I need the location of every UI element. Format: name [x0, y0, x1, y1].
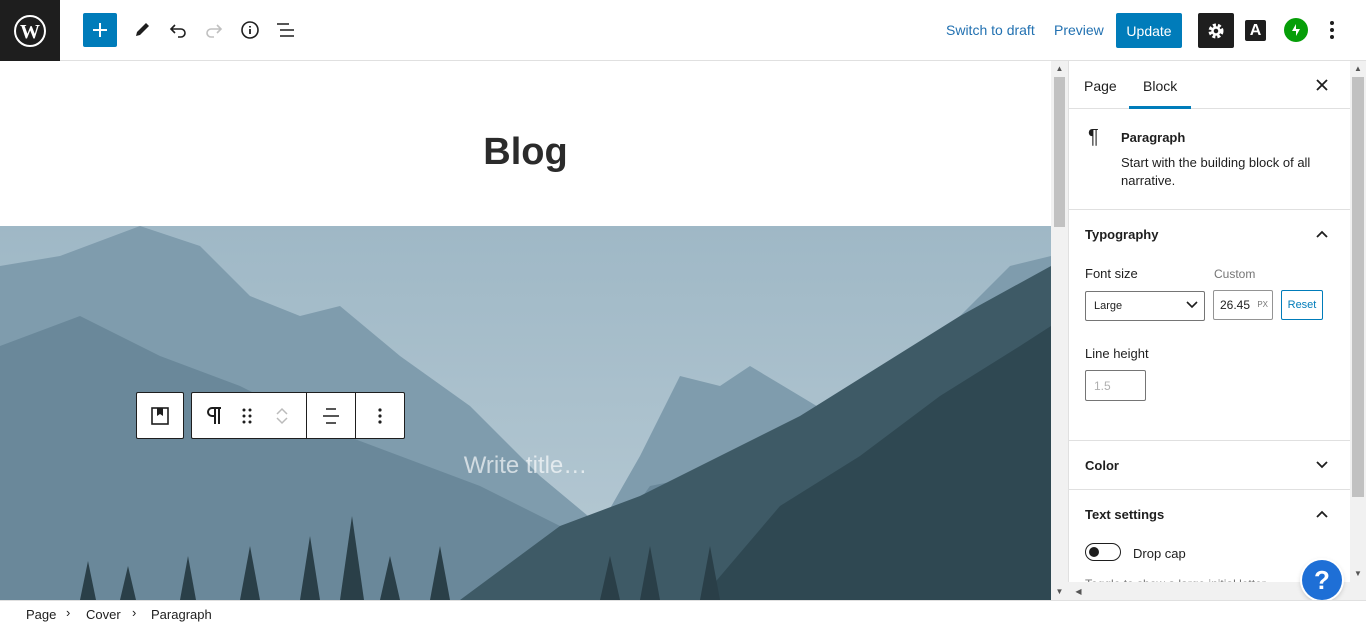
chevron-down-icon [1312, 455, 1332, 475]
select-parent-block-button[interactable] [136, 392, 184, 439]
jetpack-icon [1292, 24, 1300, 36]
tab-block[interactable]: Block [1143, 78, 1177, 94]
scroll-down-arrow-icon[interactable]: ▼ [1350, 566, 1366, 580]
color-panel: Color [1069, 441, 1350, 490]
typography-plugin-button[interactable]: A [1245, 20, 1266, 41]
redo-icon [206, 24, 223, 38]
custom-size-label: Custom [1214, 267, 1256, 281]
typography-panel-header[interactable]: Typography [1069, 210, 1350, 259]
undo-button[interactable] [161, 13, 195, 47]
custom-font-size-value: 26.45 [1220, 298, 1251, 312]
more-options-button[interactable] [1322, 15, 1342, 45]
paragraph-icon: ¶ [1088, 126, 1099, 148]
vertical-ellipsis-icon [1330, 21, 1334, 39]
typography-panel: Typography [1069, 210, 1350, 441]
unit-label: PX [1257, 300, 1268, 309]
sidebar-tabs: Page Block [1069, 61, 1350, 109]
gear-icon [1208, 23, 1224, 38]
close-sidebar-button[interactable] [1312, 75, 1332, 95]
text-settings-panel-header[interactable]: Text settings [1069, 490, 1350, 539]
text-settings-title: Text settings [1085, 507, 1165, 522]
svg-text:W: W [20, 21, 40, 43]
scroll-left-arrow-icon[interactable]: ◀ [1070, 584, 1087, 598]
tools-edit-button[interactable] [125, 13, 159, 47]
font-size-select[interactable]: Large [1085, 291, 1205, 321]
list-view-icon [277, 23, 294, 37]
wordpress-logo-button[interactable]: W [0, 0, 60, 61]
align-center-icon [323, 407, 339, 424]
block-toolbar [191, 392, 405, 439]
sidebar-scrollbar[interactable]: ▲ ▼ [1350, 61, 1366, 600]
sidebar-scrollbar-thumb[interactable] [1352, 77, 1364, 497]
drag-handle-icon [242, 408, 252, 423]
chevron-right-icon: › [66, 605, 71, 620]
switch-to-draft-button[interactable]: Switch to draft [946, 22, 1035, 38]
block-type-button[interactable] [192, 393, 236, 438]
line-height-label: Line height [1085, 346, 1149, 361]
move-up-icon[interactable] [275, 406, 289, 416]
breadcrumb-page[interactable]: Page [26, 607, 56, 622]
editor-scrollbar[interactable]: ▲ ▼ [1051, 61, 1068, 600]
tab-page[interactable]: Page [1084, 78, 1117, 94]
cover-title-placeholder[interactable]: Write title… [0, 452, 1051, 480]
scroll-up-arrow-icon[interactable]: ▲ [1350, 61, 1366, 75]
details-button[interactable] [233, 13, 267, 47]
chevron-up-icon [1312, 224, 1332, 244]
breadcrumb-paragraph[interactable]: Paragraph [151, 607, 212, 622]
settings-sidebar: Page Block ¶ Paragraph Start with the bu… [1068, 61, 1350, 600]
move-block-controls [258, 393, 306, 438]
custom-font-size-input[interactable]: 26.45 PX [1213, 290, 1273, 320]
redo-button[interactable] [197, 13, 231, 47]
drop-cap-toggle[interactable] [1085, 543, 1121, 561]
reset-font-size-button[interactable]: Reset [1281, 290, 1323, 320]
editor-canvas: Blog Write title… [0, 61, 1051, 600]
undo-icon [169, 24, 186, 38]
preview-button[interactable]: Preview [1054, 22, 1104, 38]
list-view-button[interactable] [269, 13, 303, 47]
breadcrumb-cover[interactable]: Cover [86, 607, 121, 622]
block-card: ¶ Paragraph Start with the building bloc… [1069, 109, 1350, 210]
cover-block-icon [151, 406, 169, 425]
plus-icon [93, 23, 107, 37]
scroll-down-arrow-icon[interactable]: ▼ [1051, 584, 1068, 598]
toggle-knob [1089, 547, 1099, 557]
scroll-up-arrow-icon[interactable]: ▲ [1051, 61, 1068, 75]
wordpress-icon: W [14, 14, 46, 47]
move-down-icon[interactable] [275, 416, 289, 426]
pencil-icon [136, 23, 149, 36]
align-button[interactable] [307, 393, 355, 438]
jetpack-button[interactable] [1284, 18, 1308, 42]
color-title: Color [1085, 458, 1119, 473]
drag-handle[interactable] [236, 393, 258, 438]
paragraph-icon [207, 406, 221, 424]
typography-title: Typography [1085, 227, 1159, 242]
info-icon [241, 21, 259, 39]
breadcrumb: Page › Cover › Paragraph [0, 600, 1366, 627]
color-panel-header[interactable]: Color [1069, 441, 1350, 490]
block-options-button[interactable] [356, 393, 403, 438]
chevron-down-icon [1186, 300, 1198, 312]
block-inserter-button[interactable] [83, 13, 117, 47]
page-title[interactable]: Blog [0, 131, 1051, 174]
editor-scrollbar-thumb[interactable] [1054, 77, 1065, 227]
font-size-label: Font size [1085, 266, 1138, 281]
help-button[interactable]: ? [1302, 560, 1342, 600]
update-button[interactable]: Update [1116, 13, 1182, 48]
chevron-right-icon: › [132, 605, 137, 620]
settings-button[interactable] [1198, 13, 1234, 48]
chevron-up-icon [1312, 504, 1332, 524]
editor-header: W Switch to draft Preview Update A [0, 0, 1366, 61]
close-icon [1316, 79, 1328, 91]
block-name: Paragraph [1121, 130, 1186, 145]
drop-cap-label: Drop cap [1133, 546, 1186, 561]
font-size-select-value: Large [1094, 300, 1123, 312]
block-description: Start with the building block of all nar… [1121, 155, 1311, 188]
vertical-ellipsis-icon [377, 407, 382, 424]
line-height-input[interactable]: 1.5 [1085, 370, 1146, 401]
